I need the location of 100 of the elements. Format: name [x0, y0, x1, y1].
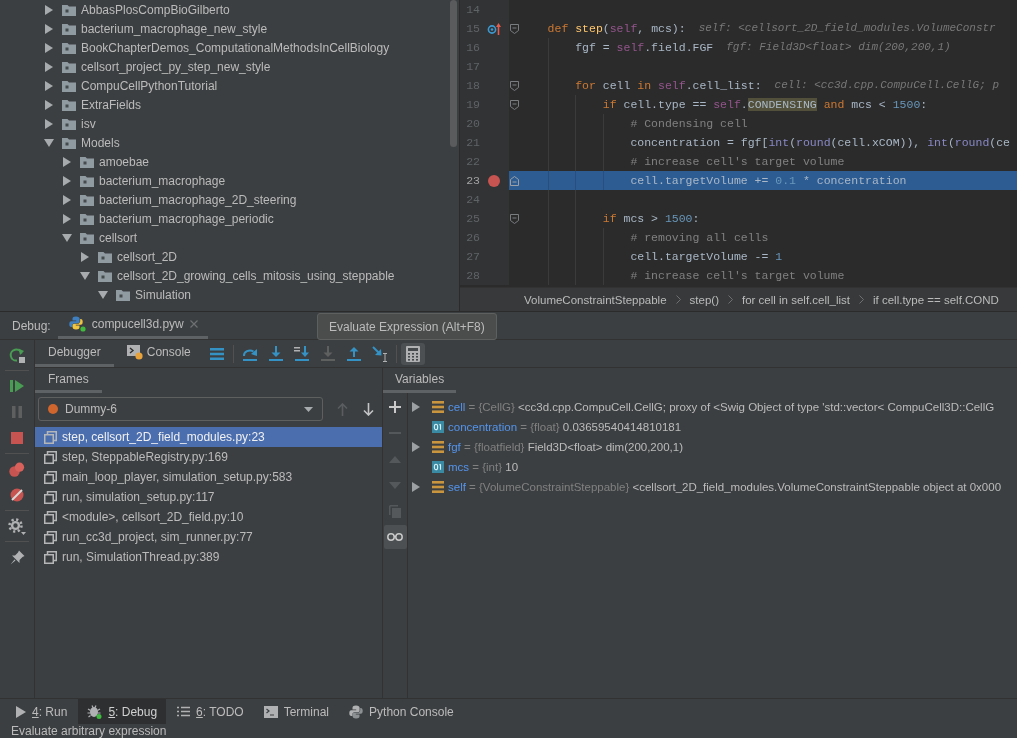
breadcrumb-item[interactable]: for cell in self.cell_list: [742, 291, 850, 308]
code-line: # increase cell's target volume: [630, 154, 845, 169]
caret-right-icon[interactable]: [63, 175, 71, 186]
folder-icon: [80, 231, 94, 244]
folder-icon: [98, 250, 112, 263]
folder-name[interactable]: CompuCellPythonTutorial: [81, 77, 218, 94]
calculator-icon[interactable]: [405, 345, 420, 362]
frame-item[interactable]: run_cc3d_project, sim_runner.py:77: [35, 527, 382, 547]
code-line: cell.targetVolume += 0.1 * concentration: [630, 173, 907, 188]
step-out-icon[interactable]: [345, 346, 362, 361]
folder-name[interactable]: cellsort: [99, 229, 137, 246]
caret-right-icon[interactable]: [45, 61, 53, 72]
caret-right-icon[interactable]: [45, 23, 53, 34]
folder-icon: [116, 288, 130, 301]
folder-name[interactable]: cellsort_project_py_step_new_style: [81, 58, 271, 75]
folder-name[interactable]: bacterium_macrophage_2D_steering: [99, 191, 297, 208]
arrow-down-icon[interactable]: [363, 402, 374, 416]
folder-name[interactable]: isv: [81, 115, 96, 132]
code-line: cell.targetVolume -= 1: [630, 249, 783, 264]
caret-right-icon[interactable]: [63, 213, 71, 224]
caret-right-icon[interactable]: [412, 402, 420, 412]
bars-icon: [432, 441, 444, 453]
folder-name[interactable]: bacterium_macrophage_new_style: [81, 20, 268, 37]
caret-down-icon[interactable]: [98, 290, 108, 299]
number-tile-icon: [432, 421, 444, 433]
list-icon[interactable]: [209, 347, 224, 360]
plus-icon[interactable]: [389, 401, 401, 413]
pin-icon[interactable]: [9, 549, 25, 565]
fold-marker-icon: [510, 99, 519, 110]
frame-item[interactable]: run, simulation_setup.py:117: [35, 487, 382, 507]
folder-icon: [62, 41, 76, 54]
folder-name[interactable]: cellsort_2D: [117, 248, 178, 265]
folder-name[interactable]: AbbasPlosCompBioGilberto: [81, 1, 230, 18]
caret-down-icon[interactable]: [62, 233, 72, 242]
breadcrumb-item[interactable]: if cell.type == self.COND: [873, 291, 999, 308]
caret-down-icon[interactable]: [80, 271, 90, 280]
thread-dropdown[interactable]: Dummy-6: [38, 397, 323, 421]
fold-marker-icon: [510, 23, 519, 34]
tool-window-button[interactable]: 4: Run: [7, 699, 77, 724]
file-type-icon: [68, 316, 86, 332]
frame-item[interactable]: main_loop_player, simulation_setup.py:583: [35, 467, 382, 487]
folder-icon: [62, 3, 76, 16]
variable-text[interactable]: self = {VolumeConstraintSteppable} <cellsort_2D_field_modules.VolumeConstraintSteppable object at 0x000: [448, 479, 1002, 495]
frame-item[interactable]: step, SteppableRegistry.py:169: [35, 447, 382, 467]
tool-window-button[interactable]: 5: Debug: [78, 699, 167, 724]
frame-item[interactable]: run, SimulationThread.py:389: [35, 547, 382, 567]
inline-values-toggle[interactable]: [383, 525, 407, 549]
step-over-icon[interactable]: [241, 346, 258, 361]
caret-right-icon[interactable]: [45, 42, 53, 53]
step-into-icon[interactable]: [267, 346, 284, 361]
breadcrumb-item[interactable]: step(): [689, 291, 719, 308]
folder-name[interactable]: ExtraFields: [81, 96, 142, 113]
resume-icon[interactable]: [10, 379, 24, 393]
debugger-tab[interactable]: Console: [113, 340, 204, 367]
code-line: if cell.type == self.CONDENSING and mcs < 1500:: [602, 97, 928, 112]
frame-item[interactable]: <module>, cellsort_2D_field.py:10: [35, 507, 382, 527]
caret-right-icon[interactable]: [63, 194, 71, 205]
caret-right-icon[interactable]: [412, 442, 420, 452]
folder-name[interactable]: BookChapterDemos_ComputationalMethodsInCellBiology: [81, 39, 390, 56]
folder-name[interactable]: amoebae: [99, 153, 150, 170]
rerun-icon[interactable]: [9, 347, 25, 363]
fold-marker-icon: [510, 213, 519, 224]
folder-name[interactable]: Models: [81, 134, 120, 151]
folder-icon: [62, 79, 76, 92]
folder-name[interactable]: Simulation: [135, 286, 192, 303]
caret-right-icon[interactable]: [45, 118, 53, 129]
breadcrumb-item[interactable]: VolumeConstraintSteppable: [524, 291, 667, 308]
folder-icon: [62, 136, 76, 149]
chevron-right-icon: [728, 295, 733, 304]
glasses-icon[interactable]: [387, 533, 403, 541]
breakpoints-icon[interactable]: [9, 461, 25, 477]
caret-right-icon[interactable]: [81, 251, 89, 262]
folder-name[interactable]: bacterium_macrophage_periodic: [99, 210, 274, 227]
caret-right-icon[interactable]: [45, 99, 53, 110]
evaluate-button[interactable]: [400, 342, 425, 365]
frame-item[interactable]: step, cellsort_2D_field_modules.py:23: [35, 427, 382, 447]
variable-text[interactable]: fgf = {floatfield} Field3D<float> dim(200,200,1): [448, 439, 683, 455]
inline-value-hint: fgf: Field3D<float> dim(200,200,1): [726, 40, 951, 55]
run-to-cursor-icon[interactable]: [371, 345, 388, 362]
variable-text[interactable]: concentration = {float} 0.03659540414810181: [448, 419, 682, 435]
tool-window-button[interactable]: 6: TODO: [168, 699, 253, 724]
caret-down-icon[interactable]: [304, 406, 313, 412]
tool-window-button[interactable]: Python Console: [340, 699, 463, 724]
caret-right-icon[interactable]: [412, 482, 420, 492]
variable-text[interactable]: mcs = {int} 10: [448, 459, 519, 475]
caret-right-icon[interactable]: [45, 4, 53, 15]
caret-down-icon[interactable]: [44, 138, 54, 147]
session-tab[interactable]: compucell3d.pyw: [57, 312, 208, 339]
mute-breakpoints-icon[interactable]: [10, 488, 24, 502]
debugger-tab[interactable]: Debugger: [35, 340, 114, 367]
caret-right-icon[interactable]: [45, 80, 53, 91]
variable-text[interactable]: cell = {CellG} <cc3d.cpp.CompuCell.CellG; proxy of <Swig Object of type 'std::vector< CompuCell3D::CellG: [448, 399, 995, 415]
panel-title: Variables: [383, 368, 457, 393]
settings-icon[interactable]: [8, 517, 26, 535]
step-into-my-code-icon[interactable]: [293, 346, 310, 361]
folder-name[interactable]: bacterium_macrophage: [99, 172, 226, 189]
folder-name[interactable]: cellsort_2D_growing_cells_mitosis_using_steppable: [117, 267, 395, 284]
tool-window-button[interactable]: Terminal: [254, 699, 339, 724]
caret-right-icon[interactable]: [63, 156, 71, 167]
scrollbar-thumb[interactable]: [450, 0, 457, 147]
